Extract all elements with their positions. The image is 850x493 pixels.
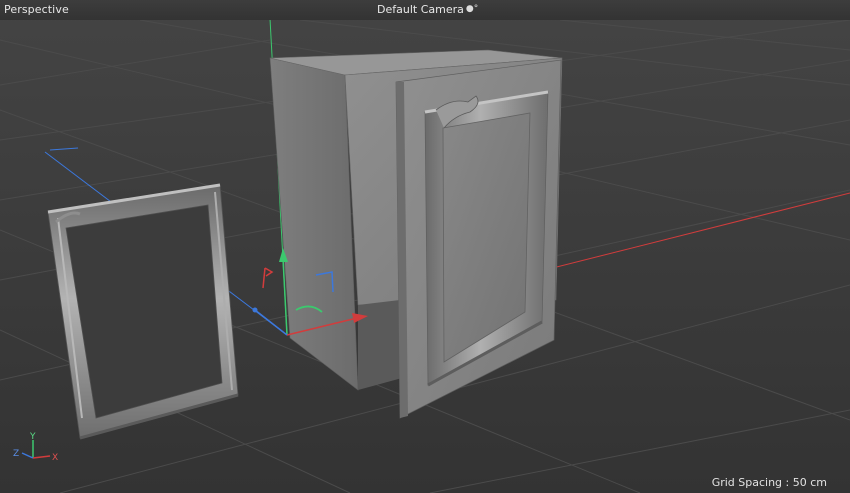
axis-triad-x-label: X [52, 453, 58, 463]
picture-frame-object[interactable] [47, 183, 239, 440]
view-mode-label[interactable]: Perspective [4, 3, 69, 16]
axis-triad-y-label: Y [29, 432, 36, 442]
camera-selector[interactable]: Default Camera ●° [377, 3, 478, 16]
axis-triad-z-label: Z [13, 449, 19, 459]
gizmo-z-handle-icon[interactable] [252, 307, 258, 313]
scene-canvas[interactable]: Y X Z [0, 0, 850, 493]
camera-toggle-icon[interactable]: ●° [466, 5, 478, 14]
grid-spacing-label: Grid Spacing : 50 cm [711, 476, 827, 489]
camera-name-label: Default Camera [377, 3, 464, 16]
3d-viewport[interactable]: Y X Z Perspective Default Camera ●° Grid… [0, 0, 850, 493]
